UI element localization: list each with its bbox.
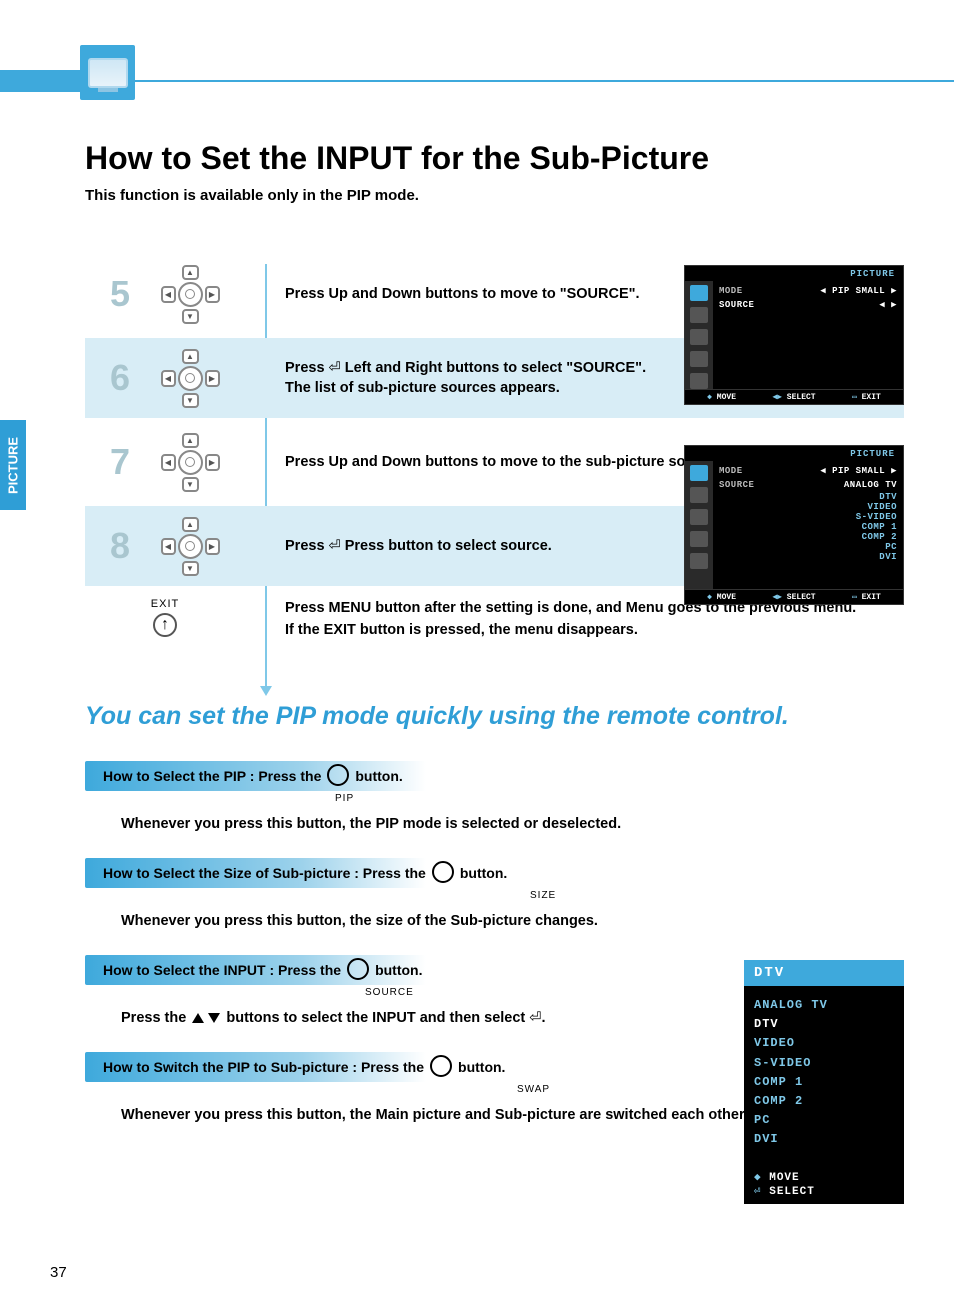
page-number: 37: [50, 1264, 67, 1281]
osd-screenshot-1: PICTURE MODE◀ PIP SMALL ▶ SOURCE◀ ▶ ◆ MO…: [684, 265, 904, 405]
tip-desc: Whenever you press this button, the PIP …: [85, 804, 904, 850]
remote-button-icon: [432, 861, 454, 883]
side-tab-picture: PICTURE: [0, 420, 26, 510]
tv-icon: [80, 45, 135, 100]
tip: How to Select the Size of Sub-picture : …: [85, 858, 904, 947]
source-menu-header: DTV: [744, 960, 904, 986]
osd-icon-column: [685, 461, 713, 589]
osd-screenshot-2: PICTURE MODE◀ PIP SMALL ▶ SOURCEANALOG T…: [684, 445, 904, 605]
page-subtitle: This function is available only in the P…: [85, 187, 904, 204]
osd-source-item: PC: [719, 542, 897, 552]
source-menu-item: ANALOG TV: [754, 996, 894, 1015]
source-menu-item: DVI: [754, 1130, 894, 1149]
tip-bar: How to Select the INPUT : Press the butt…: [85, 955, 705, 985]
tip-desc: Whenever you press this button, the size…: [85, 901, 904, 947]
osd-footer: ◆ MOVE◀▶ SELECT▭ EXIT: [685, 389, 903, 404]
source-menu-item: S-VIDEO: [754, 1054, 894, 1073]
osd-main: MODE◀ PIP SMALL ▶ SOURCEANALOG TV DTVVID…: [713, 461, 903, 589]
down-triangle-icon: [208, 1013, 220, 1023]
osd-source-item: DVI: [719, 552, 897, 562]
enter-icon: ⏎: [329, 536, 341, 556]
source-menu-item: COMP 2: [754, 1092, 894, 1111]
step-number: 7: [95, 441, 145, 483]
remote-button-icon: [347, 958, 369, 980]
top-border: [0, 80, 954, 82]
dpad-icon: ▲▼◀▶: [163, 351, 218, 406]
step-number: 6: [95, 357, 145, 399]
remote-button-icon: [430, 1055, 452, 1077]
exit-label: EXIT: [151, 598, 179, 610]
dpad-icon: ▲▼◀▶: [163, 435, 218, 490]
source-menu: DTV ANALOG TVDTVVIDEOS-VIDEOCOMP 1COMP 2…: [744, 960, 904, 1204]
guide-arrow-icon: [260, 686, 272, 696]
source-menu-body: ANALOG TVDTVVIDEOS-VIDEOCOMP 1COMP 2PCDV…: [744, 986, 904, 1160]
step-number: 5: [95, 273, 145, 315]
step-number: 8: [95, 525, 145, 567]
tip-bar: How to Select the Size of Sub-picture : …: [85, 858, 705, 888]
source-menu-item: DTV: [754, 1015, 894, 1034]
exit-button-icon: ↑: [153, 613, 177, 637]
tip-bar: How to Switch the PIP to Sub-picture : P…: [85, 1052, 705, 1082]
source-menu-item: COMP 1: [754, 1073, 894, 1092]
osd-source-item: DTV: [719, 492, 897, 502]
source-menu-item: PC: [754, 1111, 894, 1130]
dpad-icon: ▲▼◀▶: [163, 267, 218, 322]
button-label: PIP: [85, 793, 904, 804]
enter-icon: ⏎: [529, 1010, 541, 1026]
source-menu-item: VIDEO: [754, 1034, 894, 1053]
osd-source-item: COMP 1: [719, 522, 897, 532]
remote-button-icon: [327, 764, 349, 786]
osd-header: PICTURE: [685, 446, 903, 461]
source-menu-footer: ◆ MOVE ⏎ SELECT: [744, 1160, 904, 1204]
dpad-icon: ▲▼◀▶: [163, 519, 218, 574]
osd-source-item: S-VIDEO: [719, 512, 897, 522]
osd-main: MODE◀ PIP SMALL ▶ SOURCE◀ ▶: [713, 281, 903, 389]
page-title: How to Set the INPUT for the Sub-Picture: [85, 140, 904, 177]
osd-source-item: COMP 2: [719, 532, 897, 542]
osd-header: PICTURE: [685, 266, 903, 281]
tip: How to Select the PIP : Press the button…: [85, 761, 904, 850]
up-triangle-icon: [192, 1013, 204, 1023]
button-label: SIZE: [85, 890, 904, 901]
tip-bar: How to Select the PIP : Press the button…: [85, 761, 705, 791]
osd-footer: ◆ MOVE◀▶ SELECT▭ EXIT: [685, 589, 903, 604]
remote-heading: You can set the PIP mode quickly using t…: [85, 702, 904, 731]
enter-icon: ⏎: [329, 358, 341, 378]
osd-source-item: VIDEO: [719, 502, 897, 512]
osd-icon-column: [685, 281, 713, 389]
